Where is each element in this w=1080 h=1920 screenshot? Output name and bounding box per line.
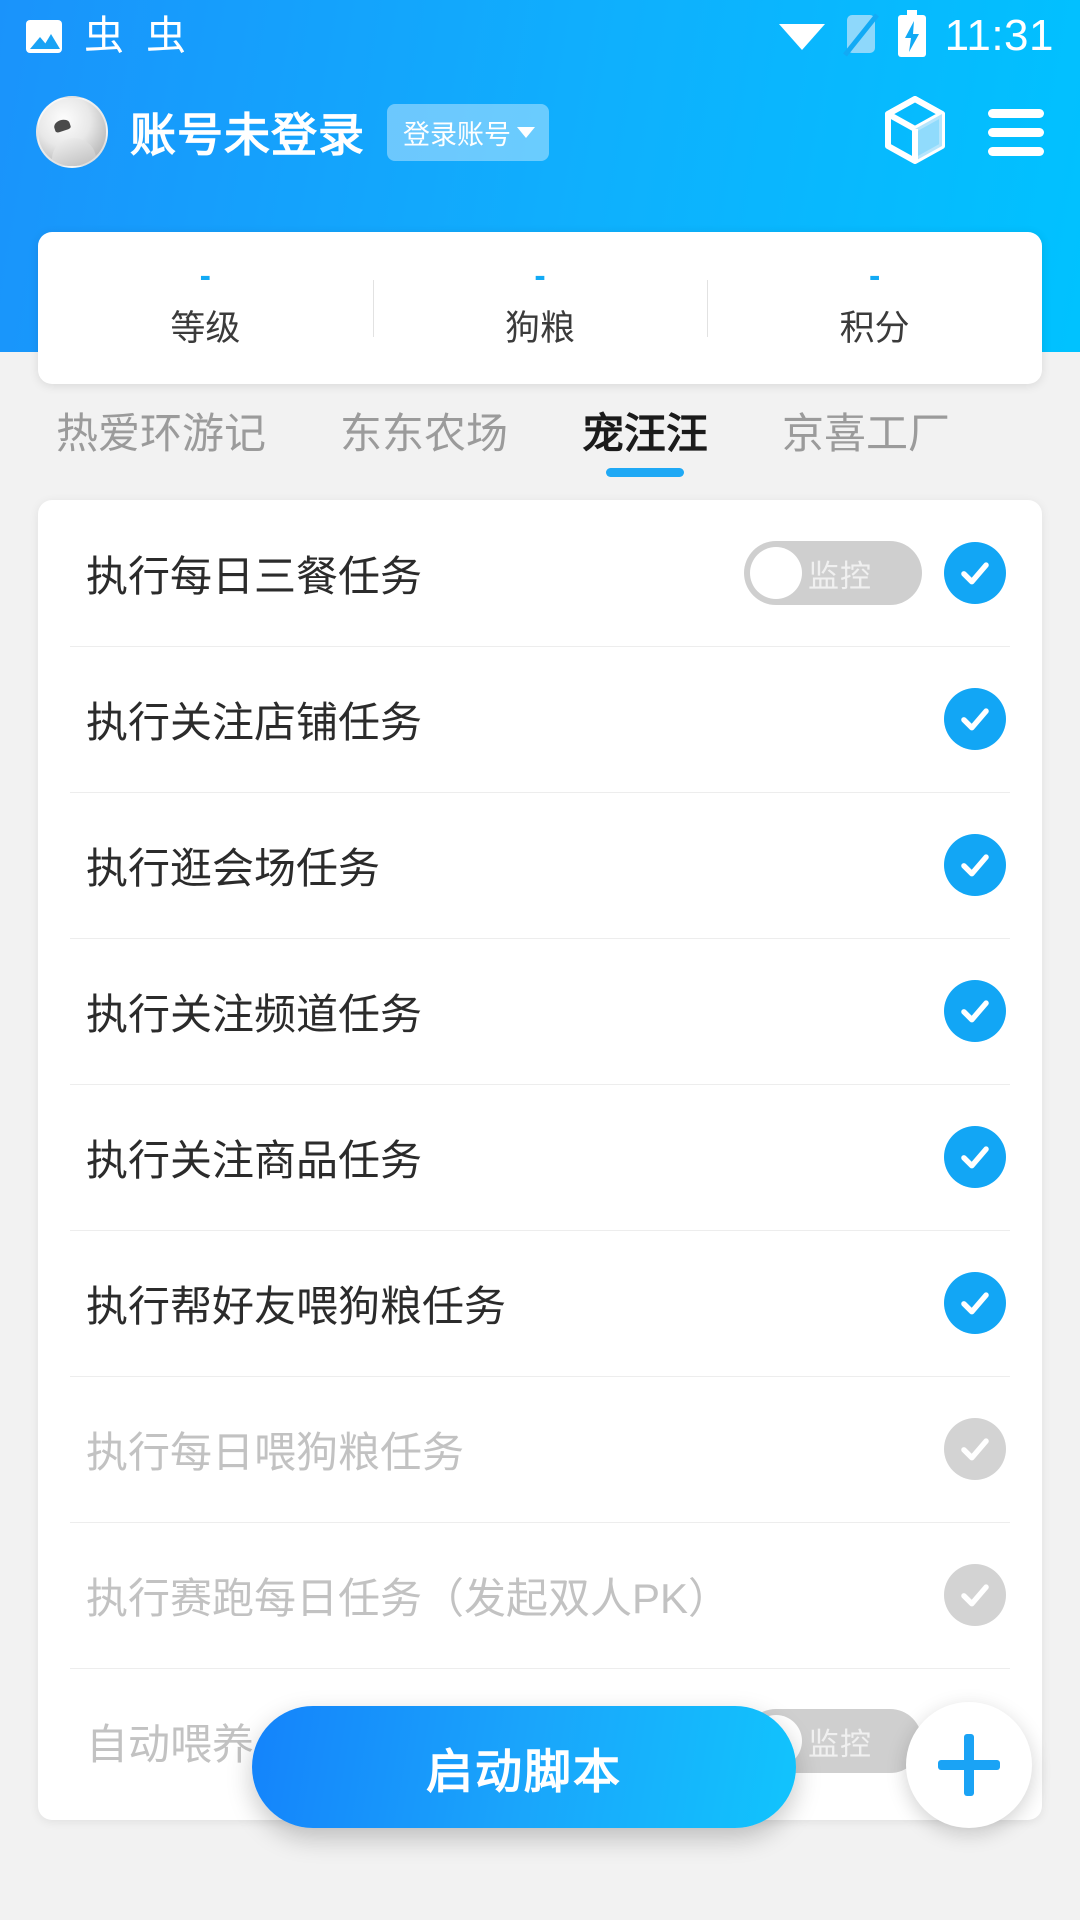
task-check-icon[interactable] <box>944 834 1006 896</box>
hamburger-line <box>988 108 1044 118</box>
no-sim-icon <box>842 11 879 62</box>
bug-glyph-icon-2: 虫 <box>146 13 186 59</box>
stat-level: - 等级 <box>38 256 373 351</box>
task-label: 执行逛会场任务 <box>86 844 381 892</box>
task-row[interactable]: 执行每日三餐任务 监控 <box>38 500 1042 646</box>
task-label: 自动喂养 <box>86 1720 255 1768</box>
status-bar-left: 虫 虫 <box>26 16 186 56</box>
stat-points: - 积分 <box>707 256 1042 351</box>
stat-label: 积分 <box>839 308 910 348</box>
task-check-icon[interactable] <box>944 542 1006 604</box>
login-account-label: 登录账号 <box>403 119 511 150</box>
task-label: 执行关注店铺任务 <box>86 698 423 746</box>
task-label: 执行帮好友喂狗粮任务 <box>86 1282 507 1330</box>
task-label: 执行每日三餐任务 <box>86 552 423 600</box>
monitor-toggle[interactable]: 监控 <box>744 541 922 605</box>
stat-value: - <box>199 256 211 295</box>
task-controls: 监控 <box>744 541 1006 605</box>
stat-label: 狗粮 <box>505 308 576 348</box>
task-row[interactable]: 执行关注商品任务 <box>38 1084 1042 1230</box>
hamburger-line <box>988 146 1044 156</box>
task-controls <box>944 980 1006 1042</box>
status-bar-clock: 11:31 <box>944 11 1054 60</box>
task-label: 执行关注商品任务 <box>86 1136 423 1184</box>
stat-dogfood: - 狗粮 <box>372 256 708 351</box>
add-floating-action-button[interactable] <box>906 1702 1032 1828</box>
task-row[interactable]: 执行关注频道任务 <box>38 938 1042 1084</box>
chevron-down-icon <box>517 126 535 138</box>
plus-icon <box>938 1734 1000 1796</box>
task-row[interactable]: 执行赛跑每日任务（发起双人PK） <box>38 1522 1042 1668</box>
monitor-toggle-knob <box>750 547 802 599</box>
phone-screen: 虫 虫 11:31 账号未登录 登录账号 - 等级 - 狗粮 - 积分 热爱环游… <box>0 0 1080 1920</box>
task-controls <box>944 1418 1006 1480</box>
battery-charging-icon <box>895 9 929 63</box>
task-controls <box>944 688 1006 750</box>
task-check-icon[interactable] <box>944 1418 1006 1480</box>
wifi-icon <box>777 12 827 61</box>
task-list-card: 执行每日三餐任务 监控 执行关注店铺任务 执行逛会场任务 执行关注频道任务 执行… <box>38 500 1042 1820</box>
hamburger-line <box>988 127 1044 137</box>
task-label: 执行赛跑每日任务（发起双人PK） <box>86 1574 731 1622</box>
tab-bar: 热爱环游记 东东农场 宠汪汪 京喜工厂 <box>0 400 1080 492</box>
monitor-toggle-label: 监控 <box>808 558 872 594</box>
task-controls <box>944 834 1006 896</box>
task-row[interactable]: 执行帮好友喂狗粮任务 <box>38 1230 1042 1376</box>
task-check-icon[interactable] <box>944 1564 1006 1626</box>
app-bar: 账号未登录 登录账号 <box>0 82 1080 182</box>
stats-card: - 等级 - 狗粮 - 积分 <box>38 232 1042 384</box>
stat-label: 等级 <box>170 308 241 348</box>
account-name: 账号未登录 <box>130 109 365 161</box>
tab-dongdong-nongchang[interactable]: 东东农场 <box>340 400 508 477</box>
bug-glyph-icon-1: 虫 <box>84 13 124 59</box>
task-row[interactable]: 执行关注店铺任务 <box>38 646 1042 792</box>
task-check-icon[interactable] <box>944 1126 1006 1188</box>
task-row[interactable]: 执行逛会场任务 <box>38 792 1042 938</box>
tab-jingxi-gongchang[interactable]: 京喜工厂 <box>782 400 950 477</box>
tab-chongwangwang[interactable]: 宠汪汪 <box>582 400 708 477</box>
task-label: 执行关注频道任务 <box>86 990 423 1038</box>
task-controls <box>944 1272 1006 1334</box>
monitor-toggle-label: 监控 <box>808 1726 872 1762</box>
status-bar: 虫 虫 11:31 <box>0 0 1080 72</box>
stat-value: - <box>534 256 546 295</box>
start-script-button[interactable]: 启动脚本 <box>252 1706 796 1828</box>
task-check-icon[interactable] <box>944 980 1006 1042</box>
hamburger-icon[interactable] <box>988 108 1044 156</box>
task-check-icon[interactable] <box>944 688 1006 750</box>
stat-value: - <box>869 256 881 295</box>
avatar[interactable] <box>36 96 108 168</box>
app-bar-actions <box>884 95 1044 169</box>
screenshot-icon <box>26 19 62 53</box>
status-bar-right: 11:31 <box>777 9 1054 63</box>
task-row[interactable]: 执行每日喂狗粮任务 <box>38 1376 1042 1522</box>
cube-icon[interactable] <box>884 95 946 169</box>
login-account-button[interactable]: 登录账号 <box>387 103 549 161</box>
task-controls <box>944 1126 1006 1188</box>
task-check-icon[interactable] <box>944 1272 1006 1334</box>
task-label: 执行每日喂狗粮任务 <box>86 1428 465 1476</box>
task-controls <box>944 1564 1006 1626</box>
tab-rehuan-youji[interactable]: 热爱环游记 <box>56 400 266 477</box>
